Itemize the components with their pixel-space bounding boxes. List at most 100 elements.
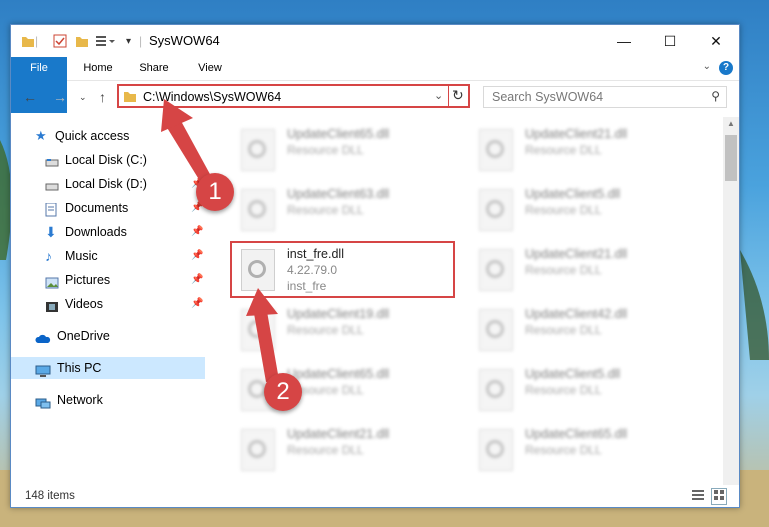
sidebar-item-label: OneDrive xyxy=(57,329,110,343)
file-name: UpdateClient5.dll xyxy=(525,367,621,381)
sidebar-item-label: This PC xyxy=(57,361,102,375)
large-icons-view-icon[interactable] xyxy=(711,488,727,505)
search-placeholder: Search SysWOW64 xyxy=(492,90,604,104)
document-icon xyxy=(45,202,59,217)
details-view-icon[interactable] xyxy=(691,489,705,504)
sidebar-item-label: Local Disk (D:) xyxy=(65,177,147,191)
sidebar-item-downloads[interactable]: ⬇ Downloads 📌 xyxy=(11,221,205,243)
sidebar-item-label: Pictures xyxy=(65,273,111,287)
network-icon xyxy=(35,394,51,409)
close-button[interactable]: ✕ xyxy=(693,25,739,57)
file-item[interactable]: UpdateClient65.dll Resource DLL xyxy=(469,421,699,477)
sidebar-item-local-disk-d[interactable]: Local Disk (D:) 📌 xyxy=(11,173,205,195)
item-count: 148 items xyxy=(25,490,75,502)
sidebar-item-network[interactable]: Network xyxy=(11,389,205,411)
sidebar-item-pictures[interactable]: Pictures 📌 xyxy=(11,269,205,291)
sidebar-item-local-disk-c[interactable]: Local Disk (C:) xyxy=(11,149,205,171)
file-list: UpdateClient65.dll Resource DLL UpdateCl… xyxy=(223,117,723,485)
pc-icon xyxy=(35,362,51,377)
sidebar-item-this-pc[interactable]: This PC xyxy=(11,357,205,379)
file-description: Resource DLL xyxy=(287,203,364,217)
sidebar-item-label: Documents xyxy=(65,201,129,215)
sidebar-item-documents[interactable]: Documents 📌 xyxy=(11,197,205,219)
properties-icon[interactable] xyxy=(53,33,67,49)
sidebar-item-label: Downloads xyxy=(65,225,127,239)
separator: | xyxy=(35,34,39,48)
folder-icon xyxy=(21,33,35,49)
sidebar-item-label: Quick access xyxy=(55,129,130,143)
pictures-icon xyxy=(45,274,59,289)
recent-locations-icon[interactable]: ⌄ xyxy=(79,92,87,103)
view-options-icon[interactable] xyxy=(95,33,115,49)
file-item[interactable]: UpdateClient65.dll Resource DLL xyxy=(231,121,461,177)
dll-file-icon xyxy=(479,249,513,291)
tab-home[interactable]: Home xyxy=(73,57,123,80)
sidebar-item-music[interactable]: ♪ Music 📌 xyxy=(11,245,205,267)
search-input[interactable]: Search SysWOW64 ⚲ xyxy=(483,86,727,108)
file-item[interactable]: UpdateClient21.dll Resource DLL xyxy=(469,241,699,297)
navigation-bar: ← → ⌄ ↑ C:\Windows\SysWOW64 ⌄ ↻ Search S… xyxy=(11,81,739,115)
file-name: UpdateClient65.dll xyxy=(287,367,390,381)
tab-share[interactable]: Share xyxy=(129,57,179,80)
file-name: UpdateClient19.dll xyxy=(287,307,390,321)
file-item[interactable]: UpdateClient5.dll Resource DLL xyxy=(469,181,699,237)
file-item[interactable]: UpdateClient42.dll Resource DLL xyxy=(469,301,699,357)
search-icon[interactable]: ⚲ xyxy=(711,89,720,103)
minimize-button[interactable]: — xyxy=(601,25,647,57)
dll-file-icon xyxy=(241,189,275,231)
separator: | xyxy=(139,34,143,48)
vertical-scrollbar[interactable]: ▲ xyxy=(723,117,739,485)
file-name: UpdateClient42.dll xyxy=(525,307,628,321)
pin-icon[interactable]: 📌 xyxy=(191,245,203,267)
maximize-button[interactable]: ☐ xyxy=(647,25,693,57)
download-icon: ⬇ xyxy=(45,224,57,240)
file-description: Resource DLL xyxy=(525,383,602,397)
file-highlight-box xyxy=(230,241,455,298)
address-bar[interactable]: C:\Windows\SysWOW64 ⌄ ↻ xyxy=(117,84,470,108)
folder-icon xyxy=(123,90,137,106)
dll-file-icon xyxy=(241,429,275,471)
file-name: UpdateClient65.dll xyxy=(525,427,628,441)
sidebar-item-quick-access[interactable]: ★ Quick access xyxy=(11,125,205,147)
dll-file-icon xyxy=(479,429,513,471)
sidebar-item-onedrive[interactable]: OneDrive xyxy=(11,325,205,347)
up-arrow-icon[interactable]: ↑ xyxy=(99,89,106,105)
file-name: UpdateClient21.dll xyxy=(525,127,628,141)
refresh-icon[interactable]: ↻ xyxy=(452,87,464,104)
file-description: Resource DLL xyxy=(525,263,602,277)
file-item[interactable]: UpdateClient21.dll Resource DLL xyxy=(231,421,461,477)
new-folder-icon[interactable] xyxy=(75,33,89,49)
window-title: SysWOW64 xyxy=(149,33,220,48)
file-item[interactable]: UpdateClient21.dll Resource DLL xyxy=(469,121,699,177)
file-item[interactable]: UpdateClient19.dll Resource DLL xyxy=(231,301,461,357)
sidebar-item-videos[interactable]: Videos 📌 xyxy=(11,293,205,315)
pin-icon[interactable]: 📌 xyxy=(191,221,203,243)
pin-icon[interactable]: 📌 xyxy=(191,293,203,315)
file-name: UpdateClient21.dll xyxy=(287,427,390,441)
status-bar: 148 items xyxy=(11,485,739,507)
drive-icon xyxy=(45,154,59,167)
dll-file-icon xyxy=(479,189,513,231)
address-dropdown-icon[interactable]: ⌄ xyxy=(434,89,443,102)
customize-toolbar-icon[interactable]: ▾ xyxy=(126,33,131,49)
scrollbar-thumb[interactable] xyxy=(725,135,737,181)
expand-ribbon-icon[interactable]: ⌄ xyxy=(703,61,711,72)
scroll-up-icon[interactable]: ▲ xyxy=(727,119,735,128)
file-description: Resource DLL xyxy=(287,443,364,457)
file-name: UpdateClient21.dll xyxy=(525,247,628,261)
help-icon[interactable]: ? xyxy=(719,61,733,75)
back-arrow-icon[interactable]: ← xyxy=(23,89,37,105)
file-item[interactable]: UpdateClient5.dll Resource DLL xyxy=(469,361,699,417)
cloud-icon xyxy=(35,330,51,343)
sidebar-item-label: Network xyxy=(57,393,103,407)
file-name: UpdateClient65.dll xyxy=(287,127,390,141)
sidebar-item-label: Music xyxy=(65,249,98,263)
forward-arrow-icon[interactable]: → xyxy=(53,89,67,105)
tab-view[interactable]: View xyxy=(185,57,235,80)
file-item[interactable]: UpdateClient63.dll Resource DLL xyxy=(231,181,461,237)
dll-file-icon xyxy=(479,309,513,351)
drive-icon xyxy=(45,178,59,191)
pin-icon[interactable]: 📌 xyxy=(191,269,203,291)
sidebar-item-label: Videos xyxy=(65,297,103,311)
file-name: UpdateClient5.dll xyxy=(525,187,621,201)
